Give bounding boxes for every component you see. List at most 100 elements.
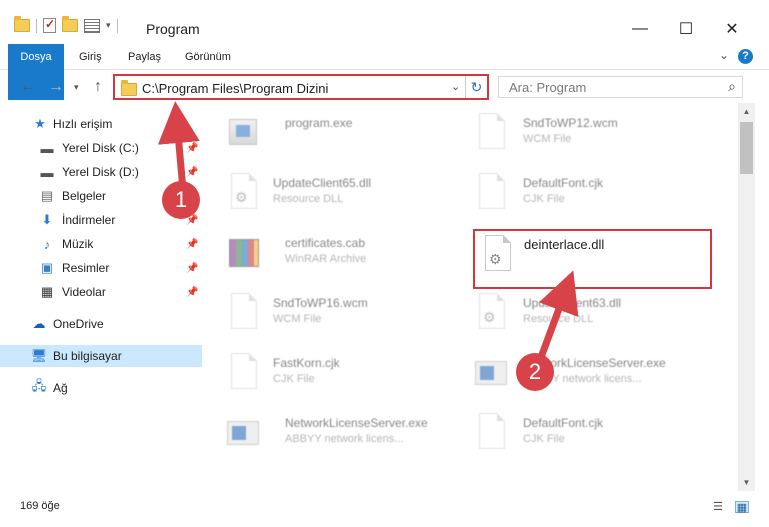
file-name: SndToWP16.wcm [273,296,368,310]
sidebar-item-drive-d[interactable]: ▬ Yerel Disk (D:) 📌 [0,161,202,183]
large-icons-view-icon[interactable]: ▦ [735,501,749,514]
separator [36,18,37,33]
file-name: certificates.cab [285,236,366,250]
scroll-up-icon[interactable]: ▲ [738,103,755,120]
search-input[interactable]: Ara: Program ⌕ [498,76,743,98]
file-type: CJK File [273,373,315,385]
file-type: WCM File [273,313,322,325]
address-path[interactable]: C:\Program Files\Program Dizini [142,81,328,96]
sidebar-item-network[interactable]: 🖧 Ağ [0,377,202,399]
step-2-badge: 2 [516,353,554,391]
file-item[interactable]: certificates.cab WinRAR Archive [227,229,457,285]
sidebar-item-label: Yerel Disk (C:) [62,141,139,155]
search-icon[interactable]: ⌕ [728,78,736,95]
file-item[interactable]: SndToWP12.wcm WCM File [475,109,705,165]
music-icon: ♪ [43,236,51,252]
sidebar-item-music[interactable]: ♪ Müzik 📌 [0,233,202,255]
file-icon [475,173,509,215]
sidebar-item-quick-access[interactable]: ★ Hızlı erişim [0,113,202,135]
drive-icon: ▬ [40,164,54,180]
up-arrow-icon[interactable]: ↑ [94,78,102,96]
vertical-scrollbar[interactable]: ▲ ▼ [738,103,755,491]
help-icon[interactable]: ? [738,49,753,64]
file-name: DefaultFont.cjk [523,176,604,190]
file-type: ABBYY network licens... [285,433,404,445]
drive-icon: ▬ [40,140,54,156]
maximize-button[interactable]: ☐ [663,14,709,44]
sidebar-item-label: Bu bilgisayar [53,349,122,363]
sidebar-item-onedrive[interactable]: ☁ OneDrive [0,313,202,335]
sidebar-item-videos[interactable]: ▦ Videolar 📌 [0,281,202,303]
chevron-down-icon[interactable]: ⌄ [451,80,460,93]
file-name: DefaultFont.cjk [523,416,604,430]
pin-icon[interactable]: 📌 [186,263,198,274]
file-list: program.exe SndToWP12.wcm WCM File ⚙ Upd… [205,103,738,491]
window-title: Program [146,21,200,37]
recent-locations-icon[interactable]: ▾ [74,82,79,93]
folder-icon [14,16,30,32]
documents-icon: ▤ [40,188,54,203]
back-arrow-icon[interactable]: ← [20,78,36,96]
tab-view[interactable]: Görünüm [175,44,241,70]
sidebar-item-this-pc[interactable]: 🖥 Bu bilgisayar [0,345,202,367]
new-folder-icon[interactable] [62,16,78,32]
address-bar[interactable]: C:\Program Files\Program Dizini ⌄ ↻ [113,74,489,100]
file-item[interactable]: ⚙ UpdateClient63.dll Resource DLL [475,289,705,345]
sidebar-item-pictures[interactable]: ▣ Resimler 📌 [0,257,202,279]
file-type: WCM File [523,133,572,145]
sidebar-item-label: Ağ [53,381,68,395]
exe-icon [475,353,509,395]
folder-icon [121,80,137,96]
videos-icon: ▦ [40,284,54,299]
file-item[interactable]: NetworkLicenseServer.exe ABBYY network l… [227,409,457,465]
file-name: UpdateClient63.dll [523,296,622,310]
sidebar-item-label: Müzik [62,237,94,251]
forward-arrow-icon[interactable]: → [48,78,64,96]
download-icon: ⬇ [41,212,53,227]
pin-icon[interactable]: 📌 [186,143,198,154]
minimize-button[interactable]: — [617,14,663,44]
file-item[interactable]: NetworkLicenseServer.exe ABBYY network l… [475,349,705,405]
pictures-icon: ▣ [40,260,54,275]
sidebar-item-label: Belgeler [62,189,107,203]
scroll-down-icon[interactable]: ▼ [738,474,755,491]
details-view-icon[interactable]: ☰ [711,501,725,513]
file-type: Resource DLL [523,313,594,325]
file-name: NetworkLicenseServer.exe [285,416,428,430]
scrollbar-thumb[interactable] [740,122,753,174]
file-name: FastKorn.cjk [273,356,340,370]
chevron-down-icon[interactable]: ⌄ [719,48,729,62]
file-name: deinterlace.dll [524,237,605,252]
file-name: UpdateClient65.dll [273,176,372,190]
exe-icon [225,113,259,155]
close-button[interactable]: ✕ [709,14,755,44]
ribbon: Dosya Giriş Paylaş Görünüm ⌄ ? [0,44,769,100]
pin-icon[interactable]: 📌 [186,287,198,298]
file-item[interactable]: DefaultFont.cjk CJK File [475,169,705,225]
network-icon: 🖧 [31,378,47,393]
file-item[interactable]: SndToWP16.wcm WCM File [227,289,457,345]
refresh-icon[interactable]: ↻ [465,76,487,98]
properties-check-icon[interactable] [43,17,56,33]
sidebar-item-drive-c[interactable]: ▬ Yerel Disk (C:) 📌 [0,137,202,159]
navigation-bar: ← → ▾ ↑ C:\Program Files\Program Dizini … [0,71,769,103]
exe-icon [227,413,261,455]
customize-qat-icon[interactable]: ▾ [106,20,111,31]
file-name: program.exe [285,116,353,130]
pin-icon[interactable]: 📌 [186,167,198,178]
search-placeholder: Ara: Program [509,80,587,95]
dll-icon: ⚙ [475,293,509,335]
pin-icon[interactable]: 📌 [186,239,198,250]
tab-share[interactable]: Paylaş [118,44,171,70]
file-item[interactable]: ⚙ UpdateClient65.dll Resource DLL [227,169,457,225]
file-item-deinterlace-dll[interactable]: ⚙ deinterlace.dll [473,229,712,289]
file-item[interactable]: DefaultFont.cjk CJK File [475,409,705,465]
file-type: Resource DLL [273,193,344,205]
properties-icon[interactable] [84,18,100,33]
file-item[interactable]: program.exe [225,109,455,165]
dll-icon: ⚙ [481,235,515,277]
file-item[interactable]: FastKorn.cjk CJK File [227,349,457,405]
quick-access-toolbar: ▾ [14,16,118,33]
tab-home[interactable]: Giriş [69,44,112,70]
title-bar: ▾ Program — ☐ ✕ [0,0,769,44]
